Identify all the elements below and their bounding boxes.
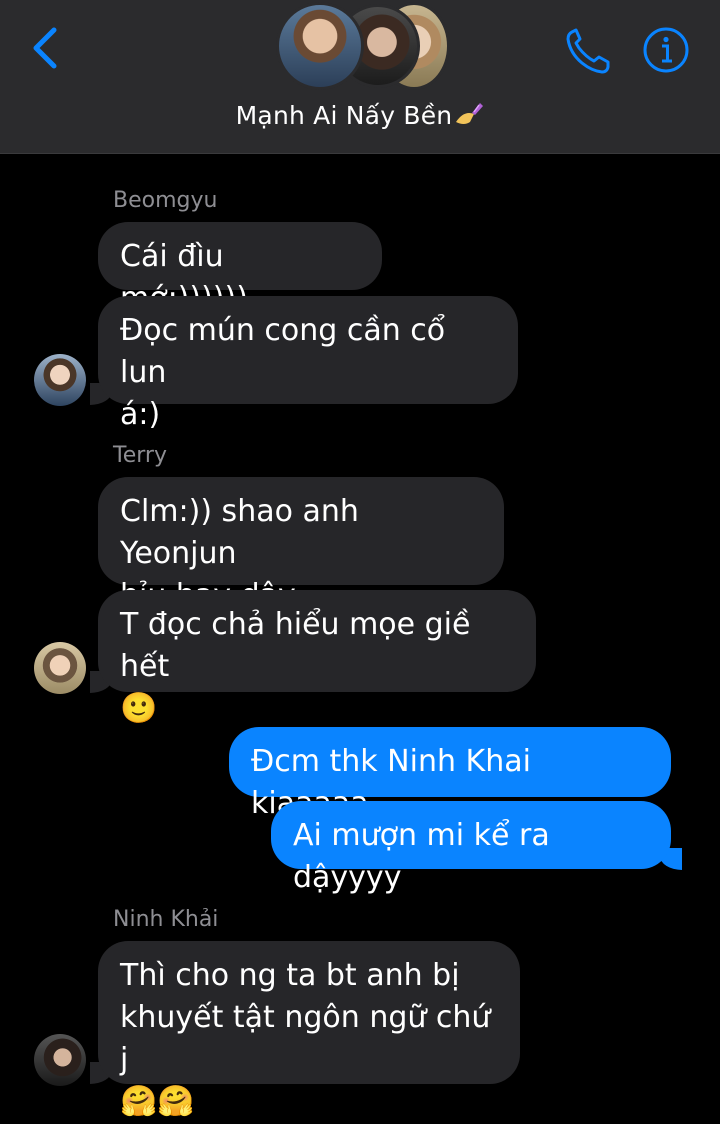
conversation-header: Mạnh Ai Nấy Bền <box>0 0 720 154</box>
member-avatar <box>276 2 364 90</box>
sender-name: Beomgyu <box>113 188 218 213</box>
avatar[interactable] <box>34 1034 86 1086</box>
call-button[interactable] <box>562 26 612 76</box>
message-bubble-outgoing[interactable]: Đcm thk Ninh Khai kiaaaaa <box>229 727 671 821</box>
chevron-left-icon <box>33 27 57 69</box>
message-bubble[interactable]: Thì cho ng ta bt anh bị khuyết tật ngôn … <box>98 941 520 1119</box>
nail-polish-icon <box>456 103 484 124</box>
message-bubble[interactable]: Clm:)) shao anh Yeonjun hỉu hay dậy <box>98 477 504 613</box>
group-title-text: Mạnh Ai Nấy Bền <box>235 101 453 130</box>
avatar[interactable] <box>34 642 86 694</box>
sender-name: Ninh Khải <box>113 907 219 932</box>
avatar[interactable] <box>34 354 86 406</box>
phone-icon <box>566 28 610 74</box>
info-icon <box>643 27 689 73</box>
message-bubble-outgoing[interactable]: Ai mượn mi kể ra dậyyyy <box>271 801 671 895</box>
info-button[interactable] <box>642 26 690 74</box>
message-bubble[interactable]: T đọc chả hiểu mọe giề hết 🙂 <box>98 590 536 726</box>
group-avatar-stack[interactable] <box>274 0 450 90</box>
message-bubble[interactable]: Cái đìu mớ:)))))) <box>98 222 382 316</box>
back-button[interactable] <box>26 24 66 72</box>
message-bubble[interactable]: Đọc mún cong cần cổ lun á:) <box>98 296 518 432</box>
group-title[interactable]: Mạnh Ai Nấy Bền <box>0 100 720 130</box>
sender-name: Terry <box>113 443 167 468</box>
